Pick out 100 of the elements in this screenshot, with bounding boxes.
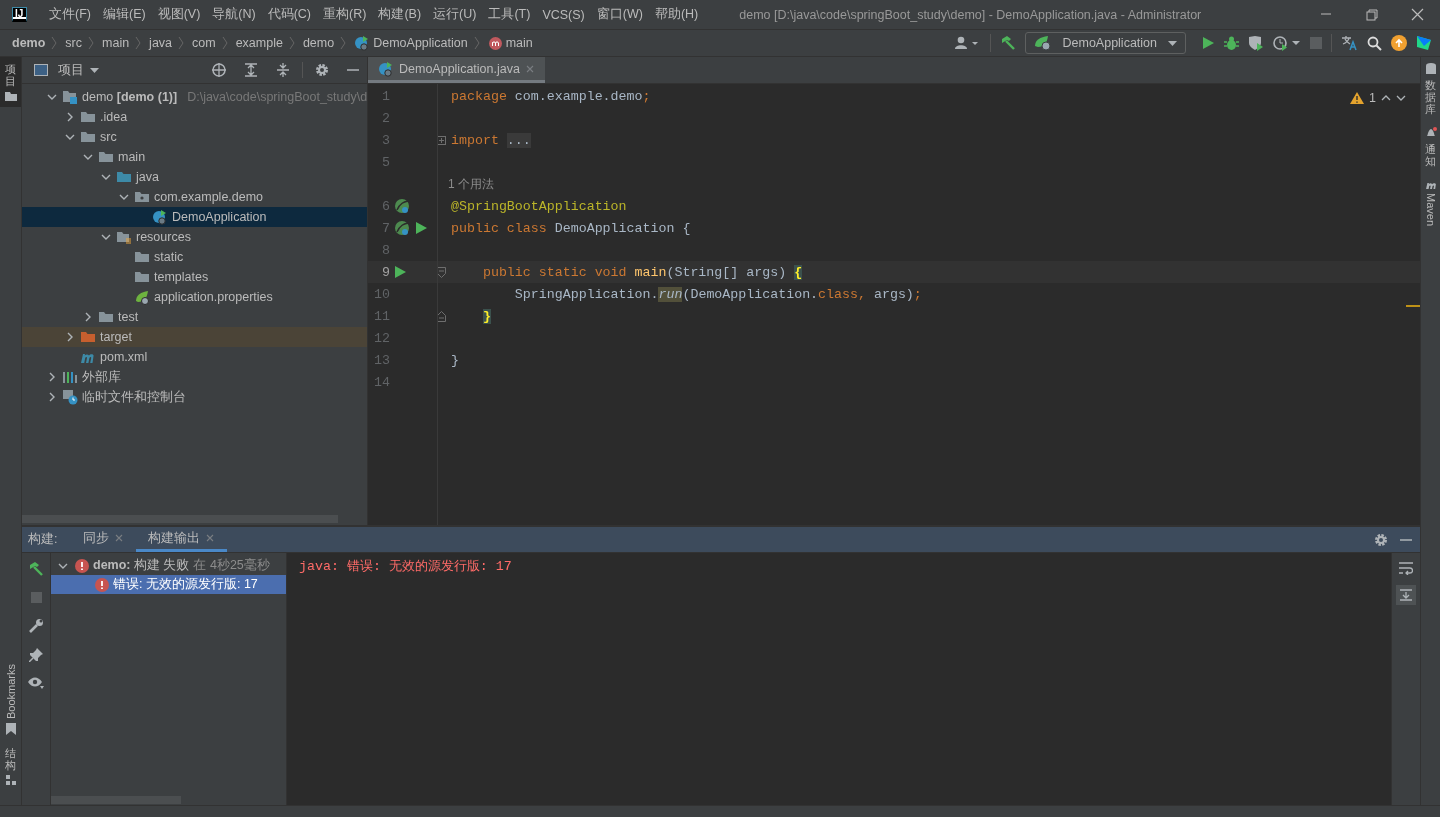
tool-tab[interactable]: 同步 [71, 527, 137, 552]
run-icon[interactable] [394, 266, 406, 278]
collapse-all-icon[interactable] [276, 63, 290, 77]
menu-item[interactable]: 视图(V) [151, 6, 207, 23]
tree-row[interactable]: target [22, 327, 367, 347]
update-icon[interactable] [1391, 35, 1407, 51]
tree-row[interactable]: demo [demo (1)] D:\java\code\springBoot_study\d [22, 87, 367, 107]
breadcrumb[interactable]: com [192, 36, 216, 50]
user-icon[interactable] [954, 36, 981, 50]
menu-item[interactable]: 文件(F) [43, 6, 97, 23]
restore-icon[interactable] [1364, 8, 1378, 21]
breadcrumb[interactable]: java [149, 36, 173, 50]
breadcrumb[interactable]: src [65, 36, 82, 50]
tool-window-button[interactable]: 数据库 [1421, 57, 1440, 122]
toolbox-icon[interactable] [1416, 35, 1432, 51]
caret-icon[interactable] [90, 67, 99, 73]
breadcrumb[interactable]: main [487, 35, 533, 51]
project-view-icon [34, 64, 48, 76]
bean-icon[interactable] [394, 197, 411, 215]
hammer-icon[interactable] [28, 561, 44, 577]
profiler-icon[interactable] [1273, 35, 1301, 51]
tree-row[interactable]: 临时文件和控制台 [22, 387, 367, 407]
tree-row[interactable]: java [22, 167, 367, 187]
folder-icon [80, 329, 96, 345]
folder-icon [80, 129, 96, 145]
menu-item[interactable]: VCS(S) [536, 7, 591, 22]
menu-item[interactable]: 导航(N) [206, 6, 262, 23]
close-icon[interactable] [1410, 8, 1424, 21]
chevron-icon [473, 36, 480, 50]
search-icon[interactable] [1367, 35, 1382, 51]
breadcrumb[interactable]: DemoApplication [354, 35, 468, 51]
menu-item[interactable]: 运行(U) [427, 6, 483, 23]
tool-window-button[interactable]: Maven [1421, 173, 1440, 233]
tree-row[interactable]: com.example.demo [22, 187, 367, 207]
tree-item-label: .idea [100, 110, 128, 124]
wrench-icon[interactable] [28, 618, 44, 633]
run-config-icon [1033, 35, 1052, 51]
tree-row[interactable]: DemoApplication [22, 207, 367, 227]
code-line: } [450, 352, 459, 368]
build-tree-row[interactable]: demo: 构建 失败 在 4秒25毫秒 [51, 556, 286, 575]
previous-icon[interactable] [1381, 95, 1391, 101]
panel-title[interactable]: 项目 [58, 61, 84, 79]
tree-row[interactable]: templates [22, 267, 367, 287]
soft-wrap-icon[interactable] [1399, 561, 1413, 575]
translate-icon[interactable] [1341, 35, 1358, 51]
package-icon [134, 189, 150, 205]
tree-row[interactable]: pom.xml [22, 347, 367, 367]
tree-row[interactable]: .idea [22, 107, 367, 127]
database-icon [1425, 63, 1436, 75]
fold-icon[interactable] [437, 310, 446, 322]
usage-hint[interactable]: 1 个用法 [368, 175, 494, 193]
error-icon [95, 577, 109, 592]
menu-item[interactable]: 帮助(H) [648, 6, 705, 23]
menu-item[interactable]: 代码(C) [261, 6, 318, 23]
tree-row[interactable]: resources [22, 227, 367, 247]
run-icon[interactable] [415, 222, 427, 234]
fold-icon[interactable] [437, 266, 446, 278]
next-icon[interactable] [1396, 95, 1406, 101]
tree-row[interactable]: static [22, 247, 367, 267]
expand-all-icon[interactable] [244, 63, 258, 77]
menu-item[interactable]: 窗口(W) [590, 6, 649, 23]
line-number: 14 [373, 374, 390, 390]
chevron-icon [340, 36, 347, 50]
settings-icon[interactable] [1374, 532, 1388, 547]
shield-run-icon[interactable] [1248, 35, 1264, 51]
tool-tab[interactable]: 构建输出 [136, 527, 228, 552]
pin-icon[interactable] [29, 648, 43, 662]
tree-row[interactable]: main [22, 147, 367, 167]
chevron-icon [178, 36, 185, 50]
menu-item[interactable]: 构建(B) [372, 6, 428, 23]
tree-row[interactable]: 外部库 [22, 367, 367, 387]
editor-tab[interactable]: DemoApplication.java [368, 57, 545, 83]
settings-icon[interactable] [315, 63, 329, 77]
tree-row[interactable]: application.properties [22, 287, 367, 307]
fold-icon[interactable] [437, 135, 446, 145]
scroll-to-end-icon[interactable] [1396, 585, 1416, 605]
folder-icon [116, 169, 132, 185]
breadcrumb[interactable]: demo [12, 36, 46, 50]
eye-icon[interactable] [28, 677, 44, 689]
tool-window-button[interactable]: 通知 [1421, 121, 1440, 174]
leaf-icon [134, 289, 150, 305]
run-config-dropdown[interactable]: DemoApplication [1024, 32, 1186, 54]
tool-window-button[interactable]: 项目 [0, 57, 21, 108]
menu-item[interactable]: 重构(R) [317, 6, 373, 23]
run-icon[interactable] [1201, 36, 1215, 50]
breadcrumb[interactable]: example [235, 36, 283, 50]
tool-window-button[interactable]: Bookmarks [0, 657, 21, 741]
tree-row[interactable]: test [22, 307, 367, 327]
tool-window-button[interactable]: 结构 [0, 740, 21, 791]
tree-row[interactable]: src [22, 127, 367, 147]
breadcrumb[interactable]: demo [302, 36, 335, 50]
hammer-icon[interactable] [999, 35, 1016, 51]
build-tree-row[interactable]: 错误: 无效的源发行版: 17 [51, 575, 286, 594]
breadcrumb[interactable]: main [102, 36, 130, 50]
bug-icon[interactable] [1224, 35, 1239, 51]
code-line: public static void main(String[] args) { [481, 264, 803, 280]
menu-item[interactable]: 编辑(E) [96, 6, 152, 23]
locate-icon[interactable] [212, 63, 226, 77]
menu-item[interactable]: 工具(T) [482, 6, 537, 23]
bean-icon[interactable] [394, 219, 411, 237]
